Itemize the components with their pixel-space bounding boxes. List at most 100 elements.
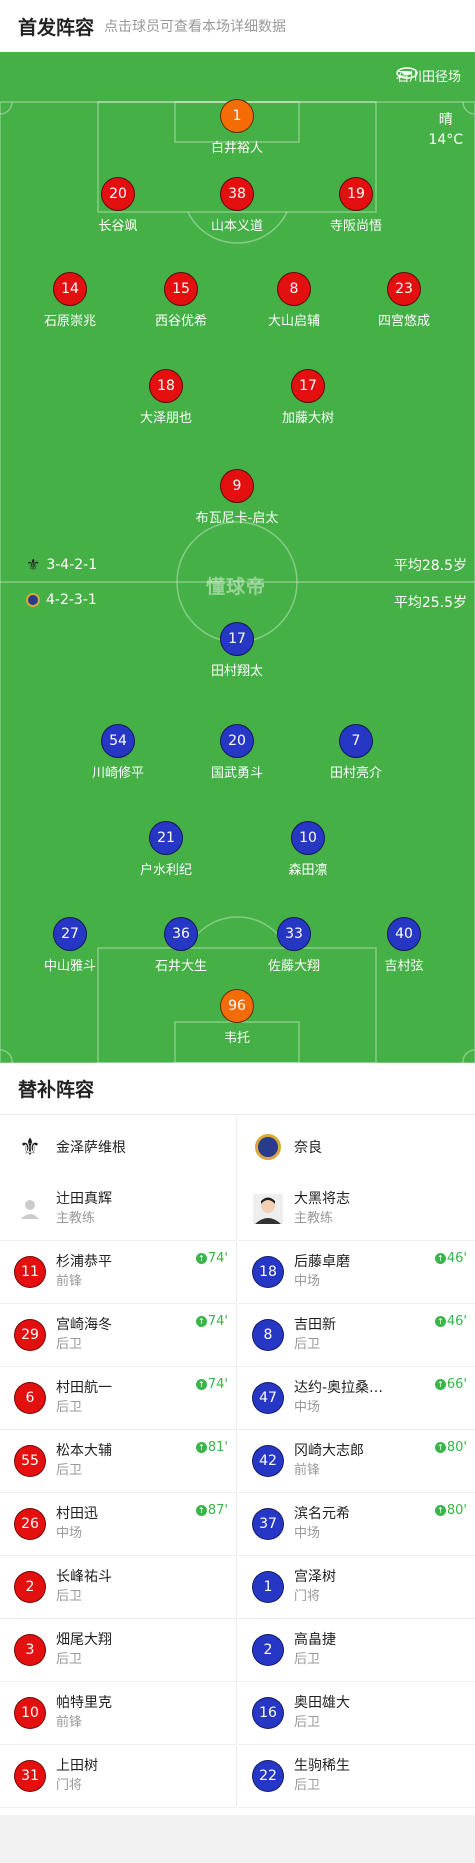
- home-player-14[interactable]: 14 石原崇兆: [20, 272, 120, 332]
- player-name: 石原崇兆: [43, 314, 96, 329]
- sub-position: 中场: [294, 1274, 321, 1289]
- sub-position: 后卫: [56, 1400, 83, 1415]
- stadium-icon: [396, 67, 418, 79]
- home-player-1[interactable]: 1 白井裕人: [187, 99, 287, 159]
- sub-row-away-16[interactable]: 16 奥田雄大 后卫: [238, 1682, 475, 1745]
- player-name: 布瓦尼卡-启太: [195, 511, 279, 526]
- sub-row-home-29[interactable]: 29 宫崎海冬 后卫 ↑ 74': [0, 1304, 236, 1367]
- sub-on-marker: ↑ 80': [434, 1503, 467, 1518]
- sub-row-home-31[interactable]: 31 上田树 门将: [0, 1745, 236, 1808]
- sub-name: 畑尾大翔: [56, 1632, 112, 1648]
- home-player-9[interactable]: 9 布瓦尼卡-启太: [187, 469, 287, 529]
- sub-row-home-6[interactable]: 6 村田航一 后卫 ↑ 74': [0, 1367, 236, 1430]
- sub-on-marker: ↑ 80': [434, 1440, 467, 1455]
- sub-row-away-42[interactable]: 42 冈崎大志郎 前锋 ↑ 80': [238, 1430, 475, 1493]
- sub-number: 1: [252, 1571, 284, 1603]
- player-name: 川崎修平: [91, 766, 144, 781]
- player-number: 21: [149, 821, 183, 855]
- home-player-18[interactable]: 18 大泽朋也: [116, 369, 216, 429]
- player-number: 20: [101, 177, 135, 211]
- sub-row-home-55[interactable]: 55 松本大辅 后卫 ↑ 81': [0, 1430, 236, 1493]
- sub-row-home-2[interactable]: 2 长峰祐斗 后卫: [0, 1556, 236, 1619]
- venue: 石川田径场: [396, 66, 461, 85]
- sub-number: 11: [14, 1256, 46, 1288]
- away-team-logo-icon: [26, 593, 40, 607]
- sub-row-away-22[interactable]: 22 生驹稀生 后卫: [238, 1745, 475, 1808]
- home-player-38[interactable]: 38 山本义道: [187, 177, 287, 237]
- watermark: 懂球帝: [206, 576, 267, 598]
- sub-position: 后卫: [294, 1778, 321, 1793]
- player-name: 寺阪尚悟: [329, 219, 382, 234]
- sub-position: 前锋: [294, 1463, 321, 1478]
- sub-position: 后卫: [56, 1589, 83, 1604]
- sub-on-icon: ↑: [434, 1379, 446, 1390]
- sub-on-icon: ↑: [195, 1379, 207, 1390]
- home-team-row[interactable]: ⚜ 金泽萨维根: [0, 1115, 236, 1178]
- sub-on-icon: ↑: [434, 1505, 446, 1516]
- sub-number: 22: [252, 1760, 284, 1792]
- away-player-17[interactable]: 17 田村翔太: [187, 622, 287, 682]
- away-player-20[interactable]: 20 国武勇斗: [187, 724, 287, 784]
- home-subs-column: ⚜ 金泽萨维根 辻田真辉 主教练 11 杉浦恭平 前锋 ↑ 74' 29 宫崎海冬 后卫 ↑ 74…: [0, 1115, 237, 1808]
- sub-row-away-47[interactable]: 47 达约-奥拉桑… 中场 ↑ 66': [238, 1367, 475, 1430]
- sub-position: 后卫: [294, 1337, 321, 1352]
- sub-name: 冈崎大志郎: [294, 1443, 364, 1459]
- sub-name: 高畠捷: [294, 1632, 336, 1648]
- away-player-54[interactable]: 54 川崎修平: [68, 724, 168, 784]
- sub-on-icon: ↑: [195, 1253, 207, 1264]
- away-coach-row[interactable]: 大黑将志 主教练: [238, 1178, 475, 1241]
- home-player-17[interactable]: 17 加藤大树: [258, 369, 358, 429]
- away-player-36[interactable]: 36 石井大生: [131, 917, 231, 977]
- player-name: 韦托: [223, 1031, 250, 1046]
- sub-row-home-10[interactable]: 10 帕特里克 前锋: [0, 1682, 236, 1745]
- sub-row-away-8[interactable]: 8 吉田新 后卫 ↑ 46': [238, 1304, 475, 1367]
- sub-on-marker: ↑ 87': [195, 1503, 228, 1518]
- home-player-19[interactable]: 19 寺阪尚悟: [306, 177, 406, 237]
- sub-row-away-18[interactable]: 18 后藤卓磨 中场 ↑ 46': [238, 1241, 475, 1304]
- away-player-27[interactable]: 27 中山雅斗: [20, 917, 120, 977]
- home-player-8[interactable]: 8 大山启辅: [244, 272, 344, 332]
- sub-name: 宫泽树: [294, 1569, 336, 1585]
- sub-row-home-26[interactable]: 26 村田迅 中场 ↑ 87': [0, 1493, 236, 1556]
- sub-position: 后卫: [56, 1463, 83, 1478]
- sub-on-marker: ↑ 81': [195, 1440, 228, 1455]
- away-player-40[interactable]: 40 吉村弦: [354, 917, 454, 977]
- away-player-21[interactable]: 21 户水利纪: [116, 821, 216, 881]
- sub-on-time: 80': [446, 1503, 467, 1518]
- away-team-row[interactable]: 奈良: [238, 1115, 475, 1178]
- player-number: 15: [164, 272, 198, 306]
- sub-row-away-2[interactable]: 2 高畠捷 后卫: [238, 1619, 475, 1682]
- home-player-15[interactable]: 15 西谷优希: [131, 272, 231, 332]
- home-player-23[interactable]: 23 四宫悠成: [354, 272, 454, 332]
- away-coach-name: 大黑将志: [294, 1191, 350, 1207]
- sub-row-home-11[interactable]: 11 杉浦恭平 前锋 ↑ 74': [0, 1241, 236, 1304]
- away-player-7[interactable]: 7 田村亮介: [306, 724, 406, 784]
- sub-number: 29: [14, 1319, 46, 1351]
- away-player-33[interactable]: 33 佐藤大翔: [244, 917, 344, 977]
- sub-position: 后卫: [294, 1715, 321, 1730]
- player-name: 森田凛: [288, 863, 328, 878]
- home-team-name: 金泽萨维根: [56, 1139, 126, 1156]
- lineup-header: 首发阵容 点击球员可查看本场详细数据: [0, 0, 475, 52]
- player-number: 8: [277, 272, 311, 306]
- home-player-20[interactable]: 20 长谷飒: [68, 177, 168, 237]
- sub-on-icon: ↑: [195, 1505, 207, 1516]
- sub-position: 前锋: [56, 1274, 83, 1289]
- away-player-96[interactable]: 96 韦托: [187, 989, 287, 1049]
- sub-row-away-37[interactable]: 37 滨名元希 中场 ↑ 80': [238, 1493, 475, 1556]
- home-coach-row[interactable]: 辻田真辉 主教练: [0, 1178, 236, 1241]
- section-subtitle: 点击球员可查看本场详细数据: [104, 19, 287, 35]
- sub-row-away-1[interactable]: 1 宫泽树 门将: [238, 1556, 475, 1619]
- player-name: 四宫悠成: [377, 314, 430, 329]
- player-name: 田村亮介: [329, 766, 382, 781]
- sub-on-marker: ↑ 74': [195, 1377, 228, 1392]
- sub-on-marker: ↑ 74': [195, 1314, 228, 1329]
- away-player-10[interactable]: 10 森田凛: [258, 821, 358, 881]
- sub-row-home-3[interactable]: 3 畑尾大翔 后卫: [0, 1619, 236, 1682]
- sub-number: 37: [252, 1508, 284, 1540]
- player-name: 户水利纪: [139, 863, 192, 878]
- player-name: 国武勇斗: [210, 766, 263, 781]
- player-number: 54: [101, 724, 135, 758]
- sub-number: 47: [252, 1382, 284, 1414]
- coach-avatar: [252, 1193, 284, 1225]
